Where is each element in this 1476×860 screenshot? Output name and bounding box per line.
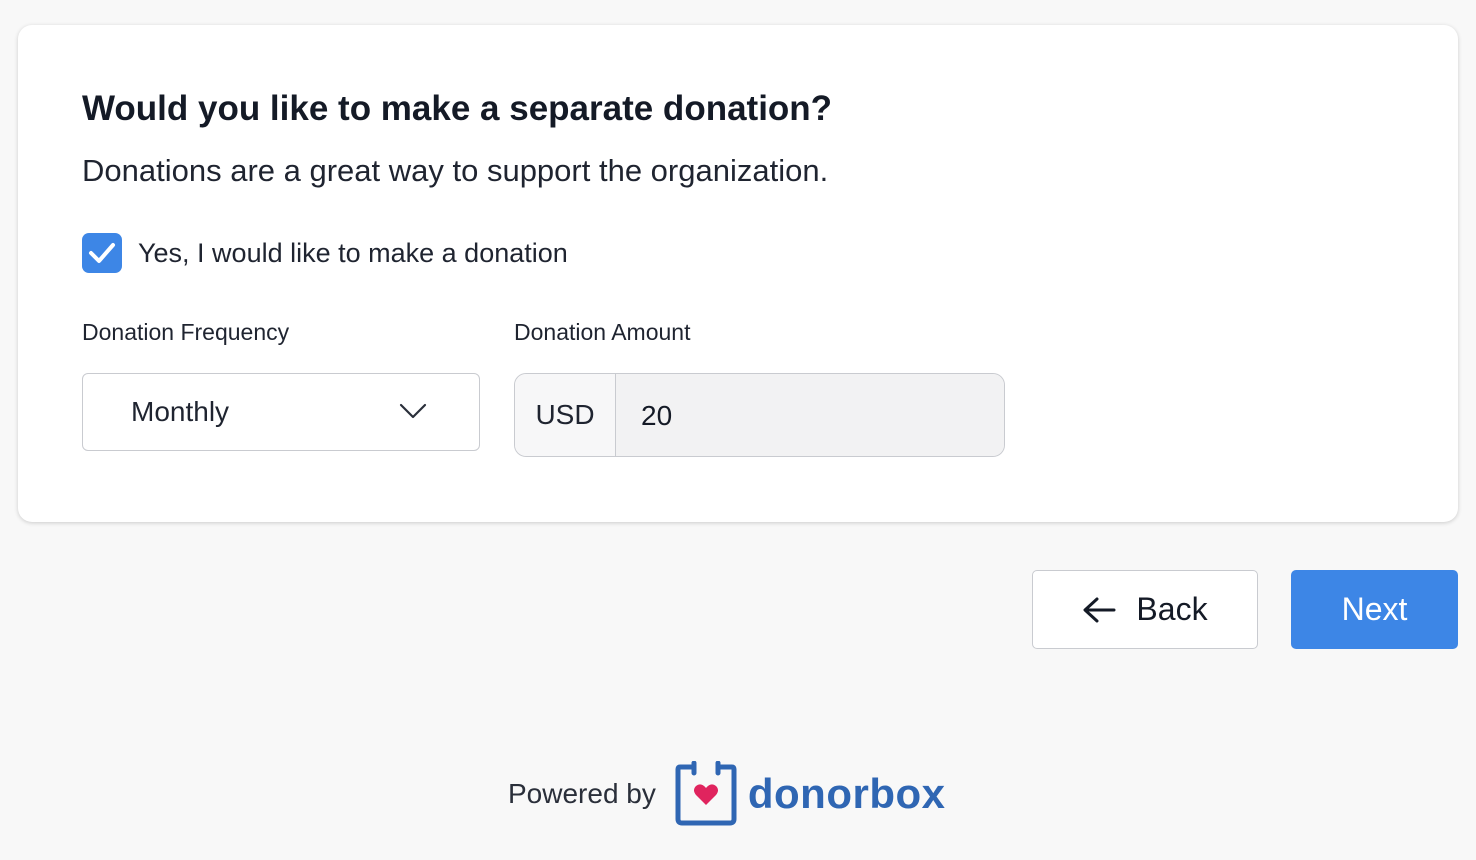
powered-by-text: Powered by [508,778,656,809]
amount-label: Donation Amount [514,319,691,345]
back-button[interactable]: Back [1032,570,1258,649]
donation-checkbox-label: Yes, I would like to make a donation [138,237,568,268]
back-button-label: Back [1136,591,1208,627]
donation-checkbox[interactable] [82,233,122,273]
arrow-left-icon [1083,597,1116,622]
donation-checkbox-row[interactable]: Yes, I would like to make a donation [82,233,568,273]
chevron-down-icon [399,403,427,419]
page-subtitle: Donations are a great way to support the… [82,153,829,188]
frequency-label: Donation Frequency [82,319,290,345]
next-button[interactable]: Next [1291,570,1458,649]
check-icon [89,243,115,263]
powered-by-footer: Powered by donorbox [508,760,946,828]
donorbox-logo-icon [675,761,737,826]
currency-addon: USD [515,374,616,456]
frequency-selected-value: Monthly [131,396,230,427]
amount-input[interactable] [616,374,1004,456]
frequency-select[interactable]: Monthly [82,373,480,451]
donation-card: Would you like to make a separate donati… [18,25,1458,522]
donorbox-brand-name: donorbox [747,770,946,817]
amount-input-group: USD [514,373,1005,457]
page-title: Would you like to make a separate donati… [82,89,833,128]
